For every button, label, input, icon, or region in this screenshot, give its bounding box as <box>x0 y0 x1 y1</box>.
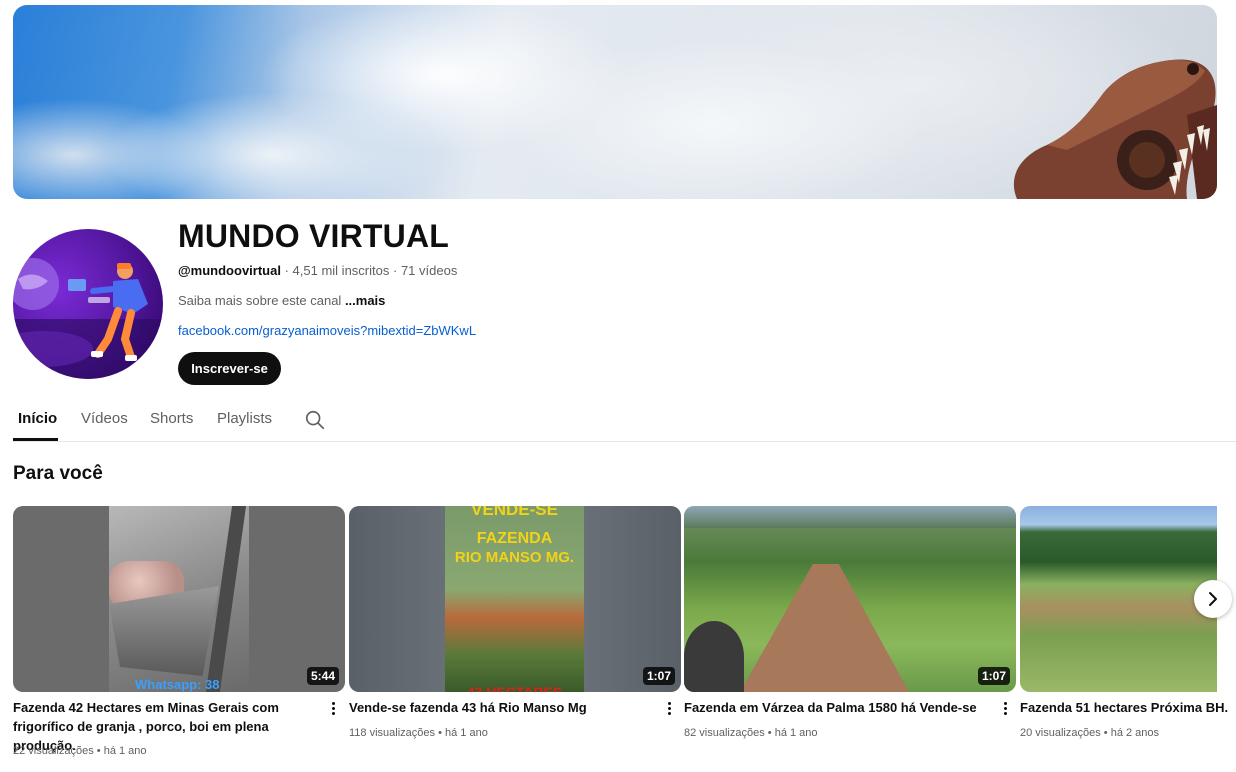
meta-dot: • <box>767 727 772 739</box>
video-age: há 1 ano <box>445 727 488 739</box>
subscribe-button[interactable]: Inscrever-se <box>178 352 281 385</box>
channel-handle: @mundoovirtual <box>178 263 281 278</box>
video-age: há 1 ano <box>774 727 818 739</box>
video-meta: 118 visualizações • há 1 ano <box>349 727 488 739</box>
thumbnail-road <box>740 564 909 692</box>
thumbnail-text-bottom: 43 HECTARES <box>466 684 563 692</box>
video-thumbnail[interactable]: Whatsapp: 38 5:44 <box>13 506 345 692</box>
video-thumbnail[interactable] <box>1020 506 1217 692</box>
carousel-next-button[interactable] <box>1194 580 1232 618</box>
meta-dot: • <box>96 745 101 757</box>
video-views: 118 visualizações <box>349 727 436 739</box>
more-link[interactable]: ...mais <box>345 293 385 308</box>
dinosaur-head-image <box>1013 59 1217 199</box>
channel-meta: @mundoovirtual · 4,51 mil inscritos · 71… <box>178 263 457 278</box>
tab-home[interactable]: Início <box>18 410 57 427</box>
video-duration: 5:44 <box>306 667 339 685</box>
about-text: Saiba mais sobre este canal <box>178 293 345 308</box>
video-duration: 1:07 <box>642 667 675 685</box>
meta-separator: · <box>284 263 289 278</box>
video-meta: 82 visualizações • há 1 ano <box>684 727 818 739</box>
thumbnail-text-mid: RIO MANSO MG. <box>454 549 575 566</box>
video-views: 82 visualizações <box>684 727 765 739</box>
video-title[interactable]: Fazenda 51 hectares Próxima BH. <box>1020 698 1236 717</box>
thumbnail-motorbike <box>684 621 744 692</box>
video-views: 22 visualizações <box>13 745 94 757</box>
tab-playlists[interactable]: Playlists <box>217 410 272 427</box>
thumbnail-text-top: VENDE-SE <box>471 506 558 519</box>
thumbnail-sky <box>684 506 1016 528</box>
video-age: há 2 anos <box>1110 727 1160 739</box>
active-tab-indicator <box>13 438 58 441</box>
video-thumbnail[interactable]: 1:07 <box>684 506 1016 692</box>
section-title: Para você <box>13 463 103 484</box>
more-vert-icon[interactable] <box>664 700 674 718</box>
video-meta: 20 visualizações • há 2 anos <box>1020 727 1159 739</box>
channel-tabs: Início Vídeos Shorts Playlists <box>13 398 1236 442</box>
video-title[interactable]: Fazenda em Várzea da Palma 1580 há Vende… <box>684 698 984 717</box>
meta-dot: • <box>438 727 442 739</box>
channel-avatar[interactable] <box>13 229 163 379</box>
tab-videos[interactable]: Vídeos <box>81 410 128 427</box>
channel-about[interactable]: Saiba mais sobre este canal ...mais <box>178 293 385 308</box>
channel-title: MUNDO VIRTUAL <box>178 218 450 254</box>
tab-shorts[interactable]: Shorts <box>150 410 193 427</box>
more-vert-icon[interactable] <box>328 700 338 718</box>
channel-external-link[interactable]: facebook.com/grazyanaimoveis?mibextid=Zb… <box>178 323 476 338</box>
meta-separator: · <box>392 263 398 278</box>
video-thumbnail[interactable]: VENDE-SE FAZENDA RIO MANSO MG. 43 HECTAR… <box>349 506 681 692</box>
thumbnail-frame: VENDE-SE FAZENDA RIO MANSO MG. 43 HECTAR… <box>445 506 584 692</box>
video-meta: 22 visualizações • há 1 ano <box>13 745 147 757</box>
channel-banner <box>13 5 1217 199</box>
video-age: há 1 ano <box>103 745 147 757</box>
thumbnail-overlay-text: Whatsapp: 38 <box>135 677 220 692</box>
video-duration: 1:07 <box>977 667 1010 685</box>
subscriber-count: 4,51 mil inscritos <box>292 263 390 278</box>
thumbnail-frame <box>109 506 249 692</box>
avatar-illustration <box>13 258 163 379</box>
chevron-right-icon <box>1209 592 1217 606</box>
video-title[interactable]: Vende-se fazenda 43 há Rio Manso Mg <box>349 698 649 717</box>
meta-dot: • <box>1103 727 1108 739</box>
video-views: 20 visualizações <box>1020 727 1101 739</box>
video-count: 71 vídeos <box>400 263 458 278</box>
thumbnail-text-mid: FAZENDA <box>476 530 553 547</box>
more-vert-icon[interactable] <box>1000 700 1010 718</box>
search-icon[interactable] <box>304 409 326 431</box>
